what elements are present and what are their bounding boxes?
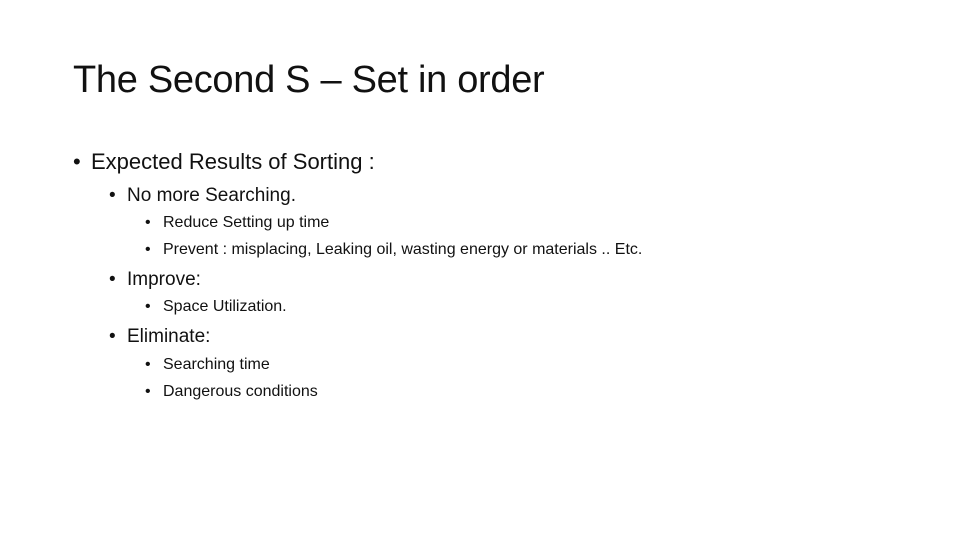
bullet-item-level-3: • Prevent : misplacing, Leaking oil, was…	[145, 241, 642, 259]
bullet-text: Improve:	[127, 269, 201, 290]
bullet-icon: •	[145, 298, 151, 315]
bullet-item-level-2: • No more Searching.	[109, 185, 296, 207]
bullet-icon: •	[109, 185, 116, 206]
bullet-text: Searching time	[163, 356, 270, 373]
bullet-text: Reduce Setting up time	[163, 214, 330, 231]
bullet-icon: •	[145, 214, 151, 231]
bullet-item-level-1: • Expected Results of Sorting :	[73, 149, 375, 175]
bullet-icon: •	[145, 241, 151, 258]
bullet-text: Expected Results of Sorting :	[91, 149, 375, 174]
bullet-text: Dangerous conditions	[163, 383, 318, 400]
bullet-item-level-3: • Dangerous conditions	[145, 383, 318, 401]
bullet-icon: •	[145, 356, 151, 373]
bullet-icon: •	[145, 383, 151, 400]
bullet-item-level-3: • Searching time	[145, 356, 270, 374]
bullet-text: Eliminate:	[127, 326, 211, 347]
bullet-item-level-2: • Improve:	[109, 269, 201, 291]
bullet-text: Prevent : misplacing, Leaking oil, wasti…	[163, 241, 643, 258]
bullet-text: No more Searching.	[127, 185, 296, 206]
bullet-item-level-3: • Reduce Setting up time	[145, 214, 329, 232]
bullet-icon: •	[109, 269, 116, 290]
bullet-item-level-2: • Eliminate:	[109, 326, 210, 348]
bullet-icon: •	[109, 326, 116, 347]
slide-title: The Second S – Set in order	[73, 59, 545, 101]
bullet-item-level-3: • Space Utilization.	[145, 298, 287, 316]
bullet-text: Space Utilization.	[163, 298, 287, 315]
bullet-icon: •	[73, 149, 81, 174]
